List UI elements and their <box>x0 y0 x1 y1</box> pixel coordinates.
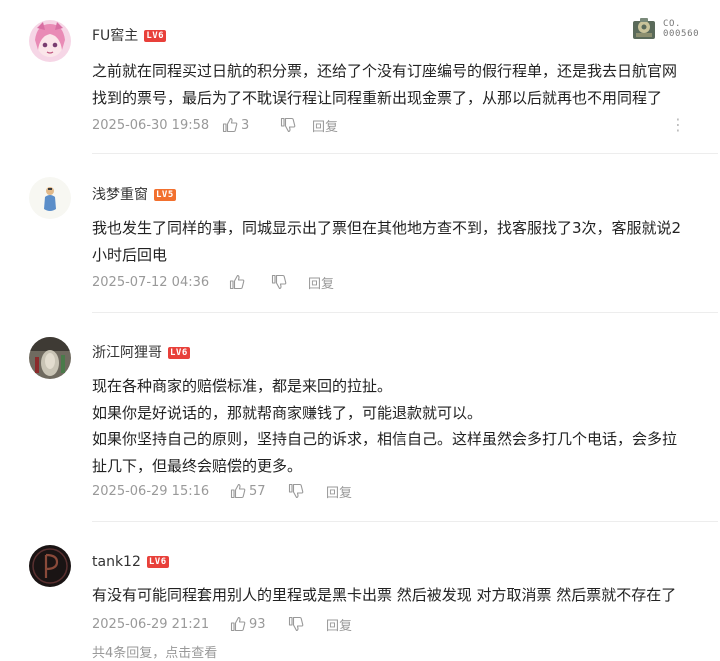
thumbs-up-icon <box>230 483 246 499</box>
comment-body: 有没有可能同程套用别人的里程或是黑卡出票 然后被发现 对方取消票 然后票就不存在… <box>92 582 718 609</box>
dark-logo-avatar-icon <box>29 545 71 587</box>
divider <box>92 312 718 313</box>
username[interactable]: 浅梦重窗 <box>92 186 148 204</box>
username-row: 浅梦重窗 LV5 <box>92 186 176 204</box>
like-button[interactable]: 93 <box>230 616 288 632</box>
username-row: tank12 LV6 <box>92 553 169 571</box>
thumbs-down-icon <box>288 616 304 632</box>
comment-time: 2025-06-30 19:58 <box>92 117 210 133</box>
figure-avatar-icon <box>29 177 71 219</box>
thumbs-up-icon <box>230 616 246 632</box>
dislike-button[interactable] <box>288 616 326 632</box>
like-button[interactable] <box>229 274 271 290</box>
avatar[interactable] <box>29 545 71 587</box>
comment-line: 之前就在同程买过日航的积分票，还给了个没有订座编号的假行程单，还是我去日航官网 <box>92 62 678 80</box>
reply-button[interactable]: 回复 <box>312 116 338 135</box>
comment-body: 我也发生了同样的事，同城显示出了票但在其他地方查不到，找客服找了3次，客服就说2… <box>92 215 718 268</box>
like-button[interactable]: 57 <box>230 483 288 499</box>
avatar[interactable] <box>29 337 71 379</box>
avatar[interactable] <box>29 177 71 219</box>
like-count: 57 <box>249 483 266 499</box>
badge-emblem-icon <box>633 18 655 39</box>
comment-line: 如果你是好说话的，那就帮商家赚钱了，可能退款就可以。 <box>92 403 483 422</box>
thumbs-up-icon <box>222 117 238 133</box>
comment-meta: 2025-06-29 15:16 57 回复 <box>92 481 352 501</box>
photo-avatar-icon <box>29 337 71 379</box>
username[interactable]: tank12 <box>92 553 141 571</box>
thumbs-down-icon <box>288 483 304 499</box>
view-replies-link[interactable]: 共4条回复，点击查看 <box>92 642 217 661</box>
comment-time: 2025-07-12 04:36 <box>92 274 210 290</box>
level-badge: LV6 <box>144 30 167 42</box>
comment-time: 2025-06-29 21:21 <box>92 616 210 632</box>
comment-line: 找到的票号，最后为了不耽误行程让同程重新出现金票了，从那以后就再也不用同程了 <box>92 88 663 107</box>
badge-line2: 000560 <box>663 29 700 39</box>
comment-line: 扯几下，但最终会赔偿的更多。 <box>92 456 303 475</box>
like-button[interactable]: 3 <box>222 117 280 133</box>
badge-text: CO. 000560 <box>663 19 699 39</box>
username[interactable]: FU窖主 <box>92 27 138 45</box>
level-badge: LV6 <box>168 347 190 359</box>
comment-line: 现在各种商家的赔偿标准，都是来回的拉扯。 <box>92 377 393 395</box>
dislike-button[interactable] <box>288 483 326 499</box>
dislike-button[interactable] <box>271 274 308 290</box>
level-badge: LV6 <box>146 556 169 568</box>
username-row: FU窖主 LV6 <box>92 27 167 45</box>
like-count: 3 <box>241 117 250 133</box>
reply-button[interactable]: 回复 <box>326 482 352 501</box>
thumbs-up-icon <box>229 274 245 290</box>
thumbs-down-icon <box>271 274 287 290</box>
co-badge: CO. 000560 <box>630 15 699 43</box>
more-options-icon[interactable]: ⋮ <box>670 117 686 133</box>
comment-body: 现在各种商家的赔偿标准，都是来回的拉扯。 如果你是好说话的，那就帮商家赚钱了，可… <box>92 373 718 479</box>
comment-meta: 2025-06-30 19:58 3 回复 <box>92 115 338 135</box>
comment-line: 小时后回电 <box>92 245 168 264</box>
divider <box>92 521 718 522</box>
comment-time: 2025-06-29 15:16 <box>92 483 210 499</box>
level-badge: LV5 <box>154 189 176 201</box>
divider <box>92 153 718 154</box>
comment-line: 如果你坚持自己的原则，坚持自己的诉求，相信自己。这样虽然会多打几个电话，会多拉 <box>92 430 678 448</box>
comment-line: 有没有可能同程套用别人的里程或是黑卡出票 然后被发现 对方取消票 然后票就不存在… <box>92 586 677 604</box>
reply-button[interactable]: 回复 <box>308 273 334 292</box>
comment-line: 我也发生了同样的事，同城显示出了票但在其他地方查不到，找客服找了3次，客服就说2 <box>92 219 682 237</box>
like-count: 93 <box>249 616 266 632</box>
avatar[interactable] <box>29 20 71 62</box>
comment-meta: 2025-07-12 04:36 回复 <box>92 272 334 292</box>
anime-avatar-icon <box>29 20 71 62</box>
username[interactable]: 浙江阿狸哥 <box>92 344 162 362</box>
username-row: 浙江阿狸哥 LV6 <box>92 344 190 362</box>
reply-button[interactable]: 回复 <box>326 615 352 634</box>
thumbs-down-icon <box>280 117 296 133</box>
comment-meta: 2025-06-29 21:21 93 回复 <box>92 614 352 634</box>
comment-body: 之前就在同程买过日航的积分票，还给了个没有订座编号的假行程单，还是我去日航官网 … <box>92 58 718 111</box>
badge-line1: CO. <box>663 19 682 29</box>
dislike-button[interactable] <box>280 117 312 133</box>
